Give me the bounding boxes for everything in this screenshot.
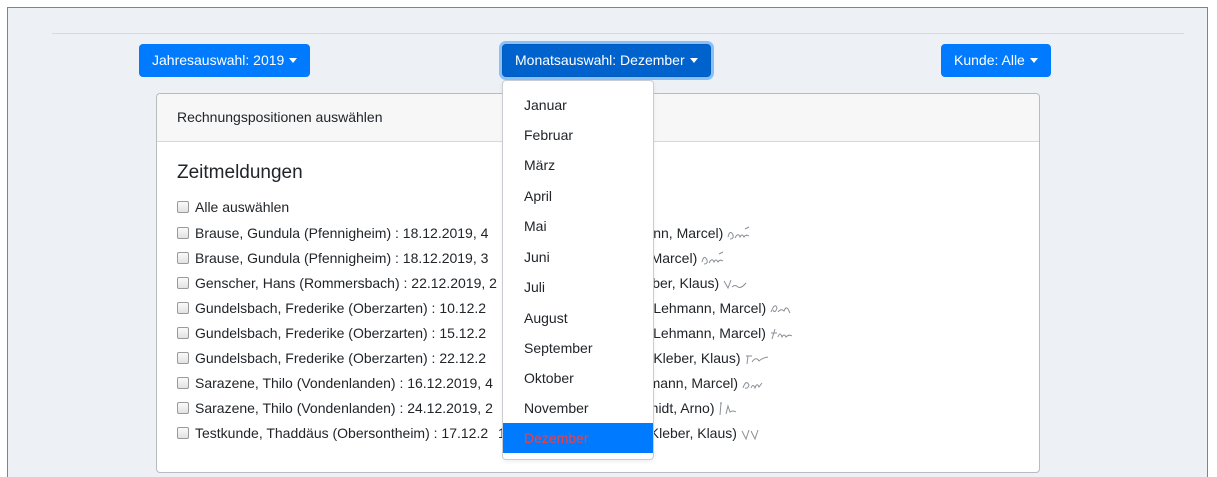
entry-checkbox[interactable]: [177, 352, 189, 364]
month-option-august[interactable]: August: [503, 303, 653, 333]
year-select-button[interactable]: Jahresauswahl: 2019: [139, 44, 311, 77]
entry-text-left: Sarazene, Thilo (Vondenlanden) : 24.12.2…: [195, 400, 493, 416]
entry-text-right: € (Lehmann, Marcel): [637, 296, 798, 321]
month-option-maerz[interactable]: März: [503, 150, 653, 180]
time-entry-row[interactable]: Brause, Gundula (Pfennigheim) : 18.12.20…: [177, 221, 750, 246]
entry-text-left: Brause, Gundula (Pfennigheim) : 18.12.20…: [195, 225, 489, 241]
time-entry-row[interactable]: Gundelsbach, Frederike (Oberzarten) : 22…: [177, 346, 768, 371]
time-entry-row[interactable]: Gundelsbach, Frederike (Oberzarten) : 15…: [177, 321, 793, 346]
entry-text-right: 5€ (Lehmann, Marcel): [629, 321, 798, 346]
entry-checkbox[interactable]: [177, 427, 189, 439]
entry-text-left: Testkunde, Thaddäus (Obersontheim) : 17.…: [195, 425, 489, 441]
entry-text-left: Gundelsbach, Frederike (Oberzarten) : 15…: [195, 325, 487, 341]
signature-icon: [725, 225, 755, 243]
entry-checkbox[interactable]: [177, 327, 189, 339]
customer-select-button[interactable]: Kunde: Alle: [941, 44, 1051, 77]
month-option-juni[interactable]: Juni: [503, 242, 653, 272]
month-option-dezember[interactable]: Dezember: [503, 423, 653, 453]
signature-icon: [768, 325, 798, 343]
caret-down-icon: [289, 58, 298, 63]
entry-checkbox[interactable]: [177, 402, 189, 414]
month-option-februar[interactable]: Februar: [503, 120, 653, 150]
select-all-row[interactable]: Alle auswählen: [177, 198, 497, 216]
month-option-juli[interactable]: Juli: [503, 272, 653, 302]
entry-checkbox[interactable]: [177, 277, 189, 289]
signature-icon: [716, 400, 746, 418]
entry-checkbox[interactable]: [177, 227, 189, 239]
time-entry-row[interactable]: Genscher, Hans (Rommersbach) : 22.12.201…: [177, 271, 747, 296]
signature-icon: [740, 375, 770, 393]
year-select-label: Jahresauswahl: 2019: [152, 52, 285, 68]
signature-icon: [699, 250, 729, 268]
select-all-checkbox[interactable]: [177, 201, 189, 213]
entry-checkbox[interactable]: [177, 252, 189, 264]
entry-text-left: Gundelsbach, Frederike (Oberzarten) : 22…: [195, 350, 487, 366]
month-option-mai[interactable]: Mai: [503, 211, 653, 241]
time-entry-row[interactable]: Gundelsbach, Frederike (Oberzarten) : 10…: [177, 296, 791, 321]
signature-icon: [743, 350, 773, 368]
time-entry-row[interactable]: Sarazene, Thilo (Vondenlanden) : 24.12.2…: [177, 396, 737, 421]
entry-checkbox[interactable]: [177, 302, 189, 314]
month-select-label: Monatsauswahl: Dezember: [515, 52, 685, 68]
entry-text-left: Genscher, Hans (Rommersbach) : 22.12.201…: [195, 275, 497, 291]
month-option-april[interactable]: April: [503, 181, 653, 211]
entry-checkbox[interactable]: [177, 377, 189, 389]
entry-text-left: Sarazene, Thilo (Vondenlanden) : 16.12.2…: [195, 375, 493, 391]
signature-icon: [739, 425, 769, 443]
entry-text-right: € (Kleber, Klaus): [637, 346, 773, 371]
top-divider: [52, 33, 1184, 34]
section-title: Zeitmeldungen: [177, 162, 303, 183]
entry-text-left: Brause, Gundula (Pfennigheim) : 18.12.20…: [195, 250, 489, 266]
signature-icon: [721, 275, 751, 293]
time-entry-list: Alle auswählen Brause, Gundula (Pfennigh…: [177, 198, 793, 446]
caret-down-icon: [689, 58, 698, 63]
month-option-november[interactable]: November: [503, 393, 653, 423]
month-select-button[interactable]: Monatsauswahl: Dezember: [502, 44, 711, 77]
entry-text-left: Gundelsbach, Frederike (Oberzarten) : 10…: [195, 300, 487, 316]
month-dropdown-menu: Januar Februar März April Mai Juni Juli …: [502, 80, 654, 460]
month-option-januar[interactable]: Januar: [503, 90, 653, 120]
time-entry-row[interactable]: Sarazene, Thilo (Vondenlanden) : 16.12.2…: [177, 371, 763, 396]
caret-down-icon: [1029, 58, 1038, 63]
time-entry-row[interactable]: Brause, Gundula (Pfennigheim) : 18.12.20…: [177, 246, 724, 271]
customer-select-label: Kunde: Alle: [954, 52, 1025, 68]
entry-text-right: hmidt, Arno): [639, 396, 746, 421]
time-entry-row[interactable]: Testkunde, Thaddäus (Obersontheim) : 17.…: [177, 421, 759, 446]
month-option-september[interactable]: September: [503, 333, 653, 363]
signature-icon: [768, 300, 798, 318]
month-option-oktober[interactable]: Oktober: [503, 363, 653, 393]
select-all-label: Alle auswählen: [195, 199, 290, 215]
